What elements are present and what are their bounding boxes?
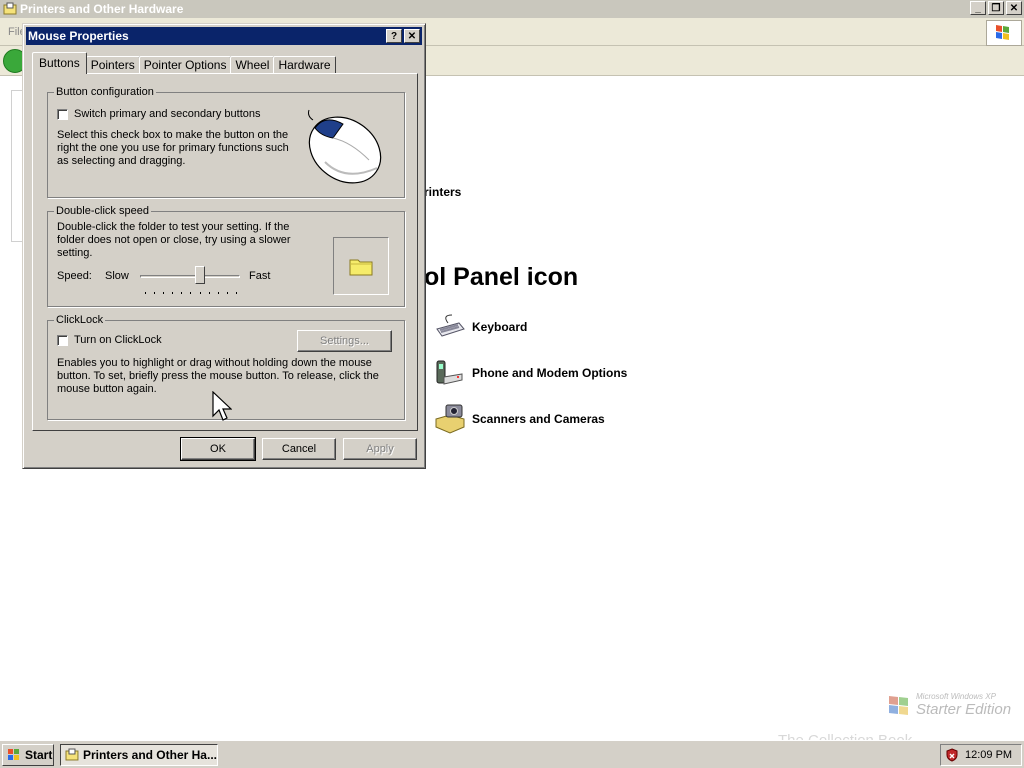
cp-item-scanners-cameras[interactable]: Scanners and Cameras xyxy=(434,403,605,435)
buttons-tab-panel: Button configuration Switch primary and … xyxy=(32,73,418,431)
switch-buttons-checkbox[interactable] xyxy=(57,108,68,120)
dialog-title-bar[interactable]: Mouse Properties ? ✕ xyxy=(26,27,422,45)
tab-pointer-options[interactable]: Pointer Options xyxy=(138,56,232,74)
system-tray: 12:09 PM xyxy=(940,744,1022,766)
mouse-pointer-icon xyxy=(212,391,232,421)
speed-slider-track[interactable] xyxy=(140,275,240,278)
edition-big-text: Starter Edition xyxy=(916,701,1012,718)
taskbar-item-label: Printers and Other Ha... xyxy=(82,748,217,762)
dialog-close-button[interactable]: ✕ xyxy=(404,29,420,43)
checkbox-label: Turn on ClickLock xyxy=(74,334,162,346)
cp-item-label: Keyboard xyxy=(472,320,528,334)
test-folder-box[interactable] xyxy=(333,237,389,295)
ok-button[interactable]: OK xyxy=(180,437,256,461)
clock[interactable]: 12:09 PM xyxy=(965,749,1012,761)
starter-edition-logo: Microsoft Windows XP Starter Edition xyxy=(886,690,1014,720)
scanner-camera-icon xyxy=(435,404,465,434)
start-label: Start xyxy=(25,748,53,762)
tab-pointers[interactable]: Pointers xyxy=(85,56,140,74)
dialog-title-text: Mouse Properties xyxy=(28,29,129,43)
printers-link[interactable]: rinters xyxy=(424,185,461,199)
cp-item-label: Phone and Modem Options xyxy=(472,366,628,380)
clicklock-settings-button[interactable]: Settings... xyxy=(297,330,392,352)
restore-button[interactable]: ❐ xyxy=(988,1,1004,15)
folder-icon xyxy=(349,259,373,276)
tab-buttons[interactable]: Buttons xyxy=(32,52,87,74)
windows-flag-icon xyxy=(986,20,1022,46)
windows-logo-icon xyxy=(8,749,19,760)
cp-item-phone-modem[interactable]: Phone and Modem Options xyxy=(434,357,627,389)
clicklock-checkbox[interactable] xyxy=(57,334,68,346)
edition-small-text: Microsoft Windows XP xyxy=(916,692,996,701)
taskbar-item-printers[interactable]: Printers and Other Ha... xyxy=(60,744,218,766)
double-click-description: Double-click the folder to test your set… xyxy=(57,221,291,259)
windows-logo-icon xyxy=(889,696,908,715)
help-button[interactable]: ? xyxy=(386,29,402,43)
apply-button[interactable]: Apply xyxy=(343,438,417,460)
cp-item-label: Scanners and Cameras xyxy=(472,412,605,426)
keyboard-icon xyxy=(436,314,465,337)
speed-slider-thumb[interactable] xyxy=(195,266,205,284)
close-button[interactable]: ✕ xyxy=(1006,1,1022,15)
phone-modem-icon xyxy=(436,360,463,385)
start-button[interactable]: Start xyxy=(2,744,54,766)
explorer-window-controls: _ ❐ ✕ xyxy=(970,1,1022,15)
tab-strip: Buttons Pointers Pointer Options Wheel H… xyxy=(32,52,336,74)
explorer-title-bar[interactable]: Printers and Other Hardware _ ❐ ✕ xyxy=(0,0,1024,18)
taskbar: Start Printers and Other Ha... 12:09 PM xyxy=(0,740,1024,768)
cancel-button[interactable]: Cancel xyxy=(262,438,336,460)
slow-label: Slow xyxy=(105,270,129,282)
security-shield-icon[interactable] xyxy=(945,748,959,762)
mouse-illustration-icon xyxy=(308,109,382,184)
checkbox-label: Switch primary and secondary buttons xyxy=(74,108,261,120)
cp-item-keyboard[interactable]: Keyboard xyxy=(434,311,527,343)
explorer-title-text: Printers and Other Hardware xyxy=(20,2,184,16)
minimize-button[interactable]: _ xyxy=(970,1,986,15)
switch-buttons-checkbox-row[interactable]: Switch primary and secondary buttons xyxy=(57,108,260,120)
printer-folder-icon xyxy=(3,2,17,15)
fast-label: Fast xyxy=(249,270,271,282)
group-legend: Button configuration xyxy=(56,86,154,98)
group-legend: ClickLock xyxy=(56,314,104,326)
speed-label: Speed: xyxy=(57,270,92,282)
printer-folder-icon xyxy=(65,748,79,761)
section-heading: ol Panel icon xyxy=(424,263,579,291)
dialog-title-controls: ? ✕ xyxy=(386,29,420,43)
button-config-description: Select this check box to make the button… xyxy=(57,129,289,167)
tab-hardware[interactable]: Hardware xyxy=(273,56,336,74)
group-legend: Double-click speed xyxy=(56,205,149,217)
clicklock-checkbox-row[interactable]: Turn on ClickLock xyxy=(57,334,162,346)
speed-slider-ticks xyxy=(145,292,237,294)
tab-wheel[interactable]: Wheel xyxy=(230,56,275,74)
